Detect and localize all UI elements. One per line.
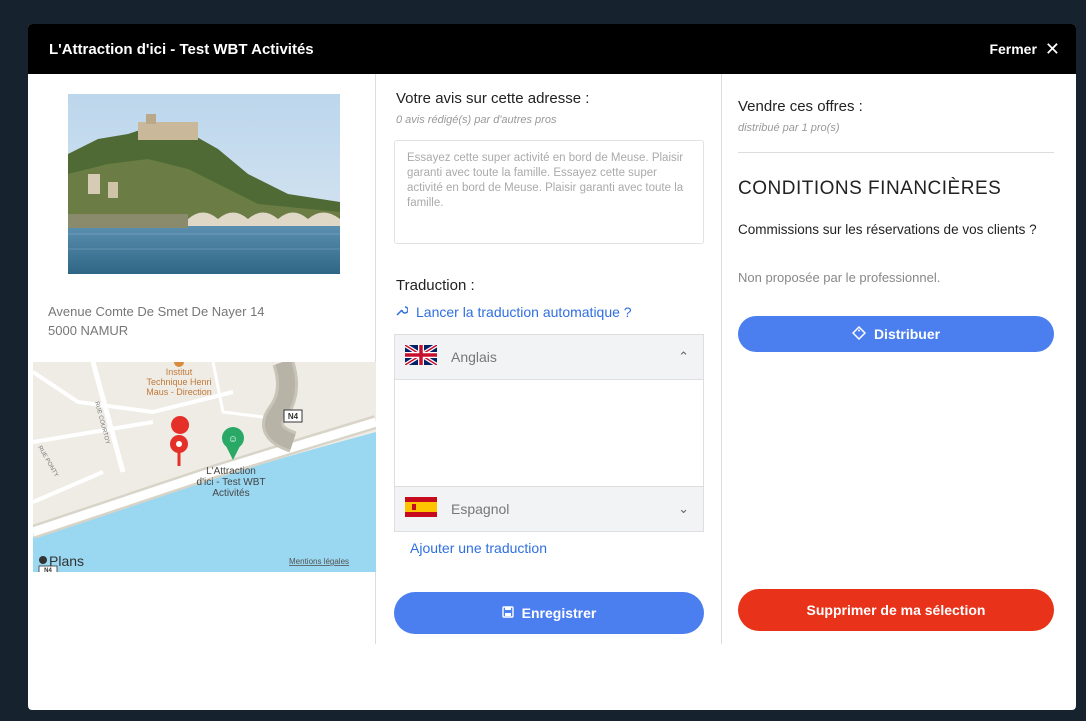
conditions-title: CONDITIONS FINANCIÈRES <box>738 178 1002 199</box>
save-icon <box>501 605 514 621</box>
apple-logo-icon <box>39 556 47 564</box>
close-button[interactable]: Fermer ✕ <box>989 40 1060 58</box>
svg-text:Maus - Direction: Maus - Direction <box>146 387 212 397</box>
traduction-title: Traduction : <box>396 277 475 294</box>
avis-count: 0 avis rédigé(s) par d'autres pros <box>396 114 557 126</box>
distribute-button[interactable]: Distribuer <box>738 316 1054 352</box>
modal-header: L'Attraction d'ici - Test WBT Activités … <box>28 24 1076 74</box>
avis-textarea[interactable]: Essayez cette super activité en bord de … <box>394 140 704 244</box>
distribution-count: distribué par 1 pro(s) <box>738 122 840 134</box>
map-legal-link[interactable]: Mentions légales <box>289 557 349 566</box>
middle-column: Votre avis sur cette adresse : 0 avis ré… <box>376 74 722 644</box>
language-name-english: Anglais <box>451 349 497 365</box>
offer-modal: L'Attraction d'ici - Test WBT Activités … <box>28 24 1076 710</box>
auto-translate-link[interactable]: Lancer la traduction automatique ? <box>396 304 632 320</box>
commission-status: Non proposée par le professionnel. <box>738 270 941 285</box>
address-line-1: Avenue Comte De Smet De Nayer 14 <box>48 304 265 319</box>
address-line-2: 5000 NAMUR <box>48 323 129 338</box>
language-name-spanish: Espagnol <box>451 501 510 517</box>
save-label: Enregistrer <box>521 605 597 621</box>
close-label: Fermer <box>989 41 1037 57</box>
delete-from-selection-button[interactable]: Supprimer de ma sélection <box>738 589 1054 631</box>
spain-flag-icon <box>405 496 437 522</box>
tag-icon <box>851 325 866 343</box>
svg-text:Technique Henri: Technique Henri <box>146 377 211 387</box>
divider <box>738 152 1054 153</box>
distribute-label: Distribuer <box>873 326 941 342</box>
svg-text:d'ici - Test WBT: d'ici - Test WBT <box>197 477 266 488</box>
map-poi-label: Institut <box>166 367 193 377</box>
road-badge: N4 <box>288 412 299 421</box>
add-translation-link[interactable]: Ajouter une traduction <box>410 540 547 556</box>
english-translation-body[interactable] <box>394 380 704 486</box>
place-label: L'Attraction <box>206 466 256 477</box>
close-icon: ✕ <box>1044 39 1060 59</box>
commission-question: Commissions sur les réservations de vos … <box>738 222 1037 237</box>
language-accordion-spanish[interactable]: Espagnol ⌄ <box>394 486 704 532</box>
svg-text:Activités: Activités <box>212 488 249 499</box>
avis-title: Votre avis sur cette adresse : <box>396 90 590 107</box>
offer-photo <box>68 94 340 274</box>
right-column: Vendre ces offres : distribué par 1 pro(… <box>722 74 1076 644</box>
chevron-down-icon: ⌄ <box>678 501 689 516</box>
svg-text:☺: ☺ <box>228 434 238 445</box>
vendre-title: Vendre ces offres : <box>738 98 863 115</box>
location-map[interactable]: Institut Technique Henri Maus - Directio… <box>33 362 376 572</box>
left-column: Avenue Comte De Smet De Nayer 14 5000 NA… <box>28 74 376 644</box>
chevron-up-icon: ⌃ <box>678 349 689 364</box>
address-block: Avenue Comte De Smet De Nayer 14 5000 NA… <box>48 302 265 340</box>
translate-icon <box>396 304 409 320</box>
auto-translate-label: Lancer la traduction automatique ? <box>416 304 632 320</box>
uk-flag-icon <box>403 342 439 370</box>
save-button[interactable]: Enregistrer <box>394 592 704 634</box>
language-accordion-english[interactable]: Anglais ⌃ <box>394 334 704 380</box>
svg-text:N4: N4 <box>44 568 52 572</box>
modal-title: L'Attraction d'ici - Test WBT Activités <box>49 40 314 58</box>
